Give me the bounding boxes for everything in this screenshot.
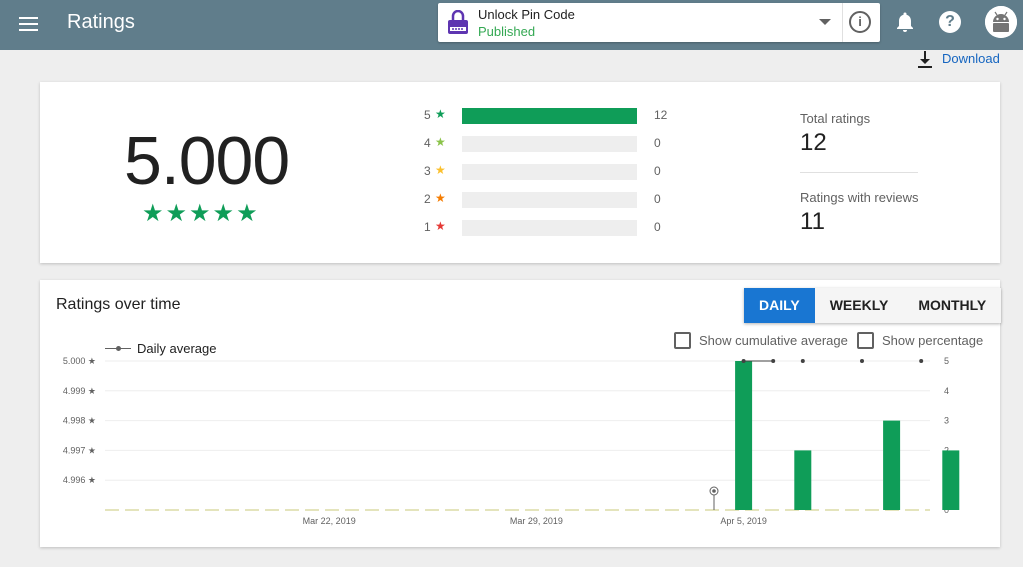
distribution-star-label: 5 [424, 108, 431, 122]
avatar[interactable] [985, 6, 1017, 38]
x-tick-label: Mar 22, 2019 [303, 516, 356, 526]
average-point [741, 359, 746, 363]
tab-daily[interactable]: DAILY [744, 288, 815, 323]
chart-bar [942, 450, 960, 510]
bell-icon[interactable] [893, 10, 917, 34]
hover-marker-dot [712, 489, 716, 493]
average-point [800, 359, 805, 363]
distribution-count: 0 [654, 164, 661, 178]
x-tick-label: Apr 5, 2019 [720, 516, 767, 526]
distribution-star-label: 3 [424, 164, 431, 178]
show-percentage-label: Show percentage [882, 333, 984, 348]
reviews-label: Ratings with reviews [800, 190, 919, 205]
distribution-bar-track [462, 108, 637, 124]
download-icon [918, 51, 932, 68]
star-icon: ★ [435, 191, 446, 205]
y-right-tick-label: 4 [944, 386, 949, 396]
distribution-bar-track [462, 220, 637, 236]
tab-weekly[interactable]: WEEKLY [815, 288, 904, 323]
star-icon: ★ [435, 107, 446, 121]
show-cumulative-label: Show cumulative average [699, 333, 848, 348]
app-name: Unlock Pin Code [478, 7, 575, 22]
distribution-bar-track [462, 192, 637, 208]
distribution-star-label: 1 [424, 220, 431, 234]
distribution-count: 12 [654, 108, 668, 122]
divider [842, 3, 843, 42]
distribution-star-label: 2 [424, 192, 431, 206]
distribution-row-2: 2 ★ 0 [424, 191, 684, 209]
distribution-bar-track [462, 136, 637, 152]
checkbox-icon[interactable] [674, 332, 691, 349]
chart-bar [735, 361, 753, 510]
divider [800, 172, 918, 173]
distribution-bar-track [462, 164, 637, 180]
app-lock-icon [448, 10, 468, 34]
average-point [860, 359, 864, 363]
y-left-tick-label: 5.000 ★ [63, 356, 96, 366]
period-toggle: DAILY WEEKLY MONTHLY [744, 288, 1002, 323]
total-ratings-label: Total ratings [800, 111, 871, 126]
star-icon: ★ [435, 163, 446, 177]
average-point [919, 359, 924, 363]
chevron-down-icon[interactable] [819, 19, 831, 25]
y-right-tick-label: 5 [944, 356, 949, 366]
top-app-bar: Ratings Unlock Pin Code Published i ? [0, 0, 1023, 50]
distribution-row-1: 1 ★ 0 [424, 219, 684, 237]
checkbox-icon[interactable] [857, 332, 874, 349]
page-title: Ratings [67, 11, 135, 33]
help-icon[interactable]: ? [939, 11, 961, 33]
distribution-count: 0 [654, 136, 661, 150]
distribution-star-label: 4 [424, 136, 431, 150]
distribution-row-5: 5 ★ 12 [424, 107, 684, 125]
y-left-tick-label: 4.997 ★ [63, 445, 96, 455]
chart-bar [883, 420, 901, 510]
y-left-tick-label: 4.999 ★ [63, 386, 96, 396]
info-icon[interactable]: i [849, 11, 871, 33]
y-right-tick-label: 3 [944, 416, 949, 426]
ratings-chart: 5.000 ★4.999 ★4.998 ★4.997 ★4.996 ★54321… [63, 356, 960, 526]
distribution-count: 0 [654, 220, 661, 234]
x-tick-label: Mar 29, 2019 [510, 516, 563, 526]
download-label: Download [942, 51, 1000, 66]
app-status: Published [478, 24, 536, 39]
total-ratings-value: 12 [800, 129, 827, 156]
tab-monthly[interactable]: MONTHLY [903, 288, 1001, 323]
y-left-tick-label: 4.998 ★ [63, 416, 96, 426]
ratings-summary-card: 5.000 ★★★★★ 5 ★ 12 4 ★ 0 3 ★ 0 2 ★ 0 1 ★ 0 Total ratin… [40, 82, 1000, 263]
star-icon: ★ [435, 135, 446, 149]
average-point [771, 359, 776, 363]
ratings-over-time-card: Ratings over time DAILY WEEKLY MONTHLY S… [40, 280, 1002, 547]
chart-bar [794, 450, 812, 510]
distribution-bar-fill [462, 108, 637, 124]
y-left-tick-label: 4.996 ★ [63, 475, 96, 485]
average-stars: ★★★★★ [142, 200, 260, 227]
star-icon: ★ [435, 219, 446, 233]
distribution-row-3: 3 ★ 0 [424, 163, 684, 181]
avatar-android-icon [985, 6, 1017, 38]
app-selector[interactable]: Unlock Pin Code Published i [438, 3, 880, 42]
distribution-count: 0 [654, 192, 661, 206]
menu-icon[interactable] [16, 13, 42, 37]
chart-title: Ratings over time [56, 296, 181, 313]
distribution-row-4: 4 ★ 0 [424, 135, 684, 153]
reviews-value: 11 [800, 208, 825, 235]
average-rating: 5.000 [124, 123, 290, 199]
